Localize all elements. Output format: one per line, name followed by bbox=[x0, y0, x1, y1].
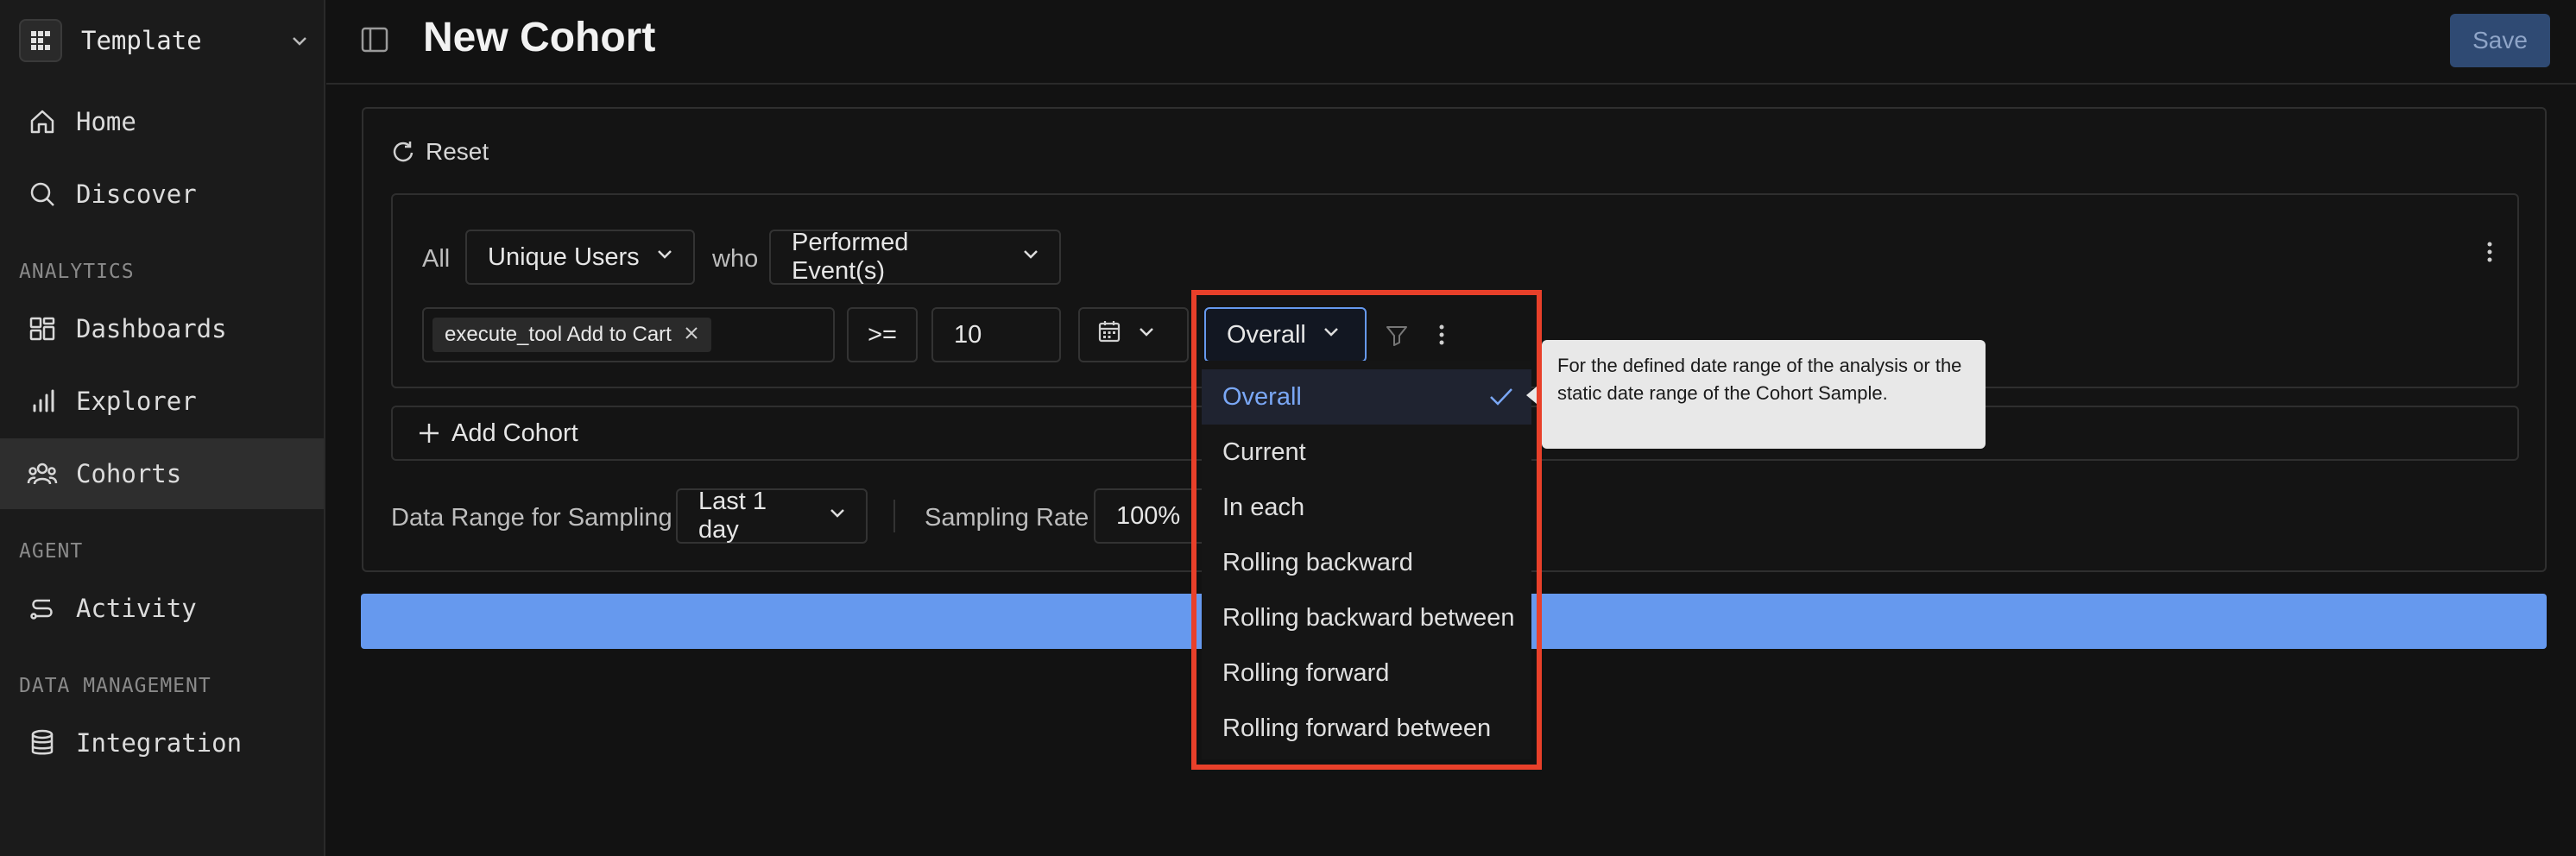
who-label: who bbox=[712, 245, 759, 273]
refresh-icon bbox=[393, 142, 414, 162]
operator-value: >= bbox=[868, 320, 897, 349]
menu-option-label: In each bbox=[1222, 493, 1305, 521]
sidebar-item-explorer[interactable]: Explorer bbox=[0, 366, 324, 437]
sidebar-item-label: Integration bbox=[76, 728, 243, 758]
unit-select-value: Unique Users bbox=[488, 242, 640, 271]
action-select[interactable]: Performed Event(s) bbox=[769, 229, 1061, 285]
sidebar-item-label: Discover bbox=[76, 179, 197, 209]
section-label-analytics: ANALYTICS bbox=[19, 261, 135, 283]
menu-option-rolling-forward-between[interactable]: Rolling forward between bbox=[1202, 701, 1531, 756]
sidebar-item-discover[interactable]: Discover bbox=[0, 159, 324, 230]
check-icon bbox=[1488, 385, 1514, 416]
chevron-down-icon bbox=[287, 28, 313, 54]
sidebar-toggle-icon[interactable] bbox=[359, 24, 394, 59]
menu-option-label: Rolling backward between bbox=[1222, 603, 1515, 632]
chevron-down-icon bbox=[653, 242, 676, 272]
reset-button[interactable]: Reset bbox=[391, 138, 489, 166]
option-tooltip: For the defined date range of the analys… bbox=[1542, 340, 1986, 449]
chevron-down-icon bbox=[1135, 320, 1158, 349]
workspace-name: Template bbox=[81, 26, 202, 55]
event-chip-label: execute_tool Add to Cart bbox=[445, 323, 672, 346]
menu-option-label: Overall bbox=[1222, 382, 1302, 411]
divider bbox=[893, 500, 895, 532]
sidebar: Template Home Discover ANALYTICS Dashboa… bbox=[0, 0, 325, 856]
menu-option-label: Rolling forward bbox=[1222, 658, 1390, 687]
sampling-range-select[interactable]: Last 1 day bbox=[676, 488, 868, 544]
sampling-rate-value: 100% bbox=[1116, 501, 1181, 530]
menu-option-rolling-backward[interactable]: Rolling backward bbox=[1202, 535, 1531, 590]
sidebar-item-activity[interactable]: Activity bbox=[0, 573, 324, 644]
sidebar-item-label: Activity bbox=[76, 594, 197, 623]
sidebar-item-label: Explorer bbox=[76, 387, 197, 416]
sidebar-item-integration[interactable]: Integration bbox=[0, 708, 324, 778]
close-icon[interactable] bbox=[684, 323, 699, 347]
workspace-switcher[interactable]: Template bbox=[19, 14, 313, 67]
sidebar-item-label: Dashboards bbox=[76, 314, 227, 343]
date-picker-button[interactable] bbox=[1078, 307, 1189, 362]
section-label-agent: AGENT bbox=[19, 540, 84, 563]
menu-option-label: Rolling forward between bbox=[1222, 714, 1492, 742]
group-more-options-icon[interactable] bbox=[2477, 235, 2503, 269]
reset-label: Reset bbox=[426, 138, 489, 165]
event-input[interactable]: execute_tool Add to Cart bbox=[422, 307, 835, 362]
users-icon bbox=[26, 457, 59, 490]
range-mode-menu: Overall Current In each Rolling backward… bbox=[1202, 361, 1531, 759]
route-icon bbox=[26, 592, 59, 625]
menu-option-current[interactable]: Current bbox=[1202, 425, 1531, 480]
all-label: All bbox=[422, 245, 451, 273]
sidebar-item-home[interactable]: Home bbox=[0, 86, 324, 157]
sidebar-item-dashboards[interactable]: Dashboards bbox=[0, 293, 324, 364]
home-icon bbox=[26, 105, 59, 138]
menu-option-in-each[interactable]: In each bbox=[1202, 480, 1531, 535]
menu-option-rolling-backward-between[interactable]: Rolling backward between bbox=[1202, 590, 1531, 645]
calendar-icon bbox=[1097, 319, 1121, 350]
menu-option-label: Current bbox=[1222, 437, 1306, 466]
sampling-range-value: Last 1 day bbox=[698, 488, 767, 544]
database-icon bbox=[26, 727, 59, 759]
tooltip-arrow bbox=[1526, 387, 1537, 404]
menu-option-rolling-forward[interactable]: Rolling forward bbox=[1202, 645, 1531, 701]
menu-option-overall[interactable]: Overall bbox=[1202, 369, 1531, 425]
chevron-down-icon bbox=[826, 501, 849, 531]
sidebar-item-label: Home bbox=[76, 107, 136, 136]
sampling-rate-label: Sampling Rate bbox=[925, 504, 1089, 532]
action-select-value: Performed Event(s) bbox=[792, 229, 909, 285]
page-header: New Cohort Save bbox=[326, 0, 2576, 85]
sidebar-item-label: Cohorts bbox=[76, 459, 182, 488]
count-input[interactable]: 10 bbox=[931, 307, 1061, 362]
plus-icon bbox=[420, 424, 439, 443]
operator-select[interactable]: >= bbox=[847, 307, 918, 362]
workspace-logo-icon bbox=[19, 19, 62, 62]
dashboard-icon bbox=[26, 312, 59, 345]
save-button[interactable]: Save bbox=[2450, 14, 2550, 67]
bar-chart-icon bbox=[26, 385, 59, 418]
unit-select[interactable]: Unique Users bbox=[465, 230, 695, 285]
sidebar-item-cohorts[interactable]: Cohorts bbox=[0, 438, 324, 509]
page-title: New Cohort bbox=[423, 15, 656, 60]
count-value: 10 bbox=[954, 320, 982, 349]
section-label-data-management: DATA MANAGEMENT bbox=[19, 675, 212, 697]
menu-option-label: Rolling backward bbox=[1222, 548, 1413, 576]
search-icon bbox=[26, 178, 59, 211]
chevron-down-icon bbox=[1020, 242, 1042, 272]
add-cohort-label: Add Cohort bbox=[451, 419, 578, 447]
sampling-range-label: Data Range for Sampling bbox=[391, 504, 672, 532]
event-chip: execute_tool Add to Cart bbox=[432, 318, 711, 352]
